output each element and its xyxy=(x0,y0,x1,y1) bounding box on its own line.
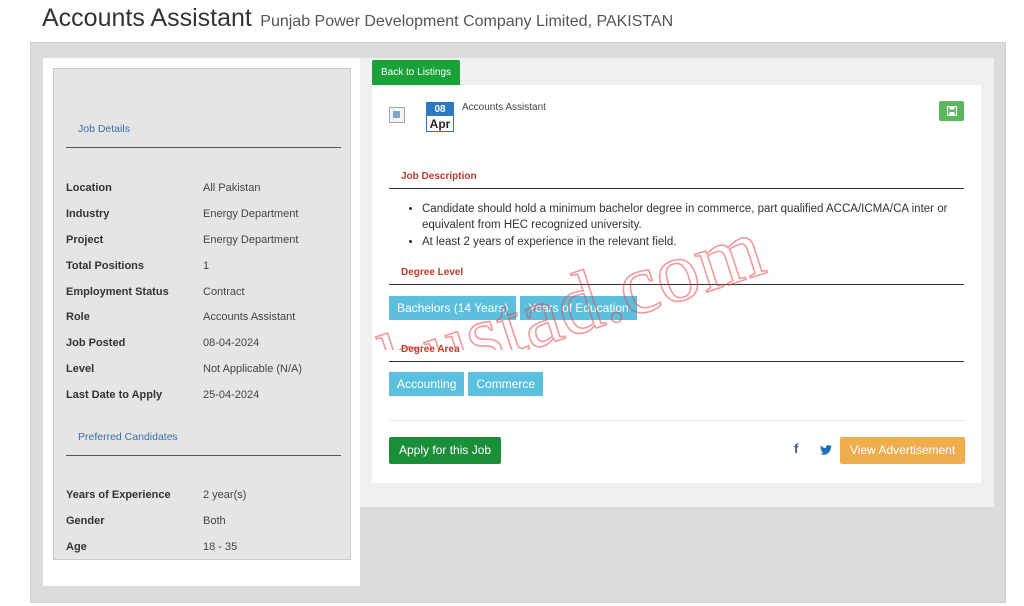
degree-area-tag[interactable]: Accounting xyxy=(389,372,465,396)
company-name: Punjab Power Development Company Limited… xyxy=(260,13,674,30)
detail-value: 1 xyxy=(203,259,210,272)
detail-label: Project xyxy=(66,233,104,246)
view-advertisement-button[interactable]: View Advertisement xyxy=(840,437,966,464)
detail-label: Role xyxy=(66,311,90,324)
detail-value: Energy Department xyxy=(203,233,299,246)
broken-image-icon xyxy=(389,107,405,123)
detail-row: Total Positions 1 xyxy=(66,253,346,279)
job-details-list: Location All Pakistan Industry Energy Depa… xyxy=(66,175,346,408)
detail-value: Energy Department xyxy=(203,207,299,220)
job-name: Accounts Assistant xyxy=(462,102,546,113)
detail-value: Not Applicable (N/A) xyxy=(203,363,303,376)
date-month: Apr xyxy=(429,117,451,131)
list-item: Candidate should hold a minimum bachelor… xyxy=(422,201,964,233)
detail-label: Last Date to Apply xyxy=(66,389,163,402)
detail-value: 2 year(s) xyxy=(203,488,247,501)
degree-level-tags: Bachelors (14 Years) Years of Education xyxy=(389,296,637,320)
detail-label: Total Positions xyxy=(66,259,145,272)
detail-value: All Pakistan xyxy=(203,181,261,194)
detail-value: Accounts Assistant xyxy=(203,311,296,324)
degree-level-tag[interactable]: Years of Education xyxy=(520,296,637,320)
divider xyxy=(389,420,964,421)
detail-label: Years of Experience xyxy=(66,488,171,501)
detail-row: Industry Energy Department xyxy=(66,201,346,227)
preferred-candidates-list: Years of Experience 2 year(s) Gender Both … xyxy=(66,482,346,560)
detail-value: 18 - 35 xyxy=(203,540,238,553)
detail-label: Employment Status xyxy=(66,285,169,298)
detail-row: Last Date to Apply 25-04-2024 xyxy=(66,382,346,408)
job-details-panel: Job Details Location All Pakistan Industr… xyxy=(53,68,351,560)
detail-value: 08-04-2024 xyxy=(203,337,260,350)
degree-level-heading: Degree Level xyxy=(389,267,964,285)
degree-level-tag[interactable]: Bachelors (14 Years) xyxy=(389,296,517,320)
detail-row: Gender Both xyxy=(66,508,346,534)
detail-row: Role Accounts Assistant xyxy=(66,304,346,330)
sidebar-wrapper: Job Details Location All Pakistan Industr… xyxy=(43,58,360,586)
job-card: 08 Apr Accounts Assistant Job Descriptio… xyxy=(372,85,981,483)
twitter-icon[interactable] xyxy=(820,442,832,460)
detail-label: Job Posted xyxy=(66,337,126,350)
detail-label: Industry xyxy=(66,207,110,220)
back-to-listings-button[interactable]: Back to Listings xyxy=(372,60,461,85)
detail-row: Location All Pakistan xyxy=(66,175,346,201)
apply-for-job-button[interactable]: Apply for this Job xyxy=(389,437,502,464)
detail-label: Gender xyxy=(66,514,105,527)
detail-row: Level Not Applicable (N/A) xyxy=(66,356,346,382)
degree-area-tags: Accounting Commerce xyxy=(389,372,544,396)
main-panel: Back to Listings 08 Apr Accounts Assista… xyxy=(360,58,994,507)
detail-row: Job Posted 08-04-2024 xyxy=(66,330,346,356)
facebook-icon[interactable]: f xyxy=(794,441,798,456)
detail-label: Age xyxy=(66,540,87,553)
detail-row: Age 18 - 35 xyxy=(66,534,346,560)
job-description-list: Candidate should hold a minimum bachelor… xyxy=(422,201,964,251)
preferred-candidates-heading: Preferred Candidates xyxy=(66,431,341,456)
detail-row: Years of Experience 2 year(s) xyxy=(66,482,346,508)
date-day: 08 xyxy=(427,103,453,116)
page-title: Accounts Assistant xyxy=(42,4,252,32)
page-header: Accounts Assistant Punjab Power Developm… xyxy=(42,4,673,33)
job-description-heading: Job Description xyxy=(389,171,964,189)
detail-row: Project Energy Department xyxy=(66,227,346,253)
degree-area-heading: Degree Area xyxy=(389,344,964,362)
job-details-heading: Job Details xyxy=(66,123,341,148)
detail-value: Both xyxy=(203,514,226,527)
list-item: At least 2 years of experience in the re… xyxy=(422,234,964,250)
floppy-disk-icon xyxy=(946,106,957,116)
content-container: Job Details Location All Pakistan Industr… xyxy=(30,42,1006,603)
date-badge: 08 Apr xyxy=(426,102,454,132)
degree-area-tag[interactable]: Commerce xyxy=(468,372,544,396)
detail-value: Contract xyxy=(203,285,245,298)
detail-value: 25-04-2024 xyxy=(203,389,260,402)
detail-label: Level xyxy=(66,363,95,376)
save-button[interactable] xyxy=(939,101,964,121)
detail-label: Location xyxy=(66,181,112,194)
detail-row: Employment Status Contract xyxy=(66,279,346,305)
